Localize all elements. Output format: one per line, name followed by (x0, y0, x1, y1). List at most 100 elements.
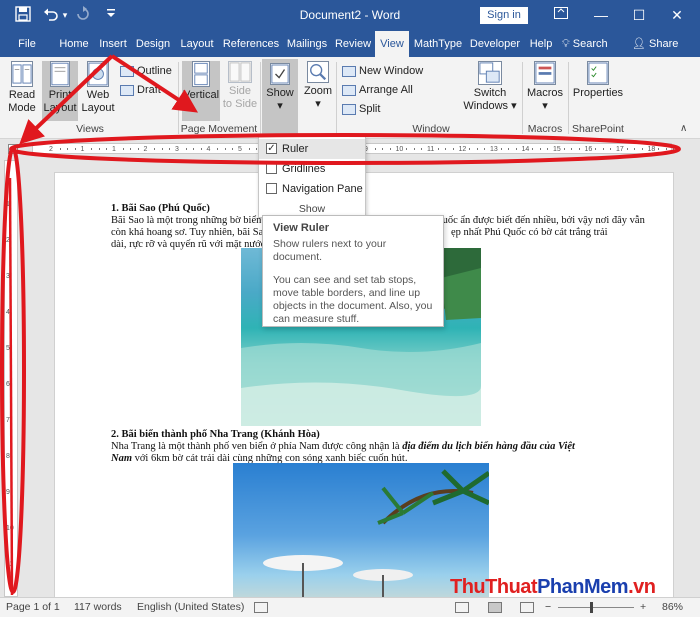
group-separator (336, 62, 337, 134)
show-button[interactable]: Show ▾ (262, 59, 298, 135)
watermark-logo: ThuThuatPhanMem.vn (450, 576, 656, 598)
collapse-ribbon-icon[interactable]: ∧ (680, 123, 687, 134)
tab-mailings[interactable]: Mailings (284, 31, 330, 57)
tab-home[interactable]: Home (54, 31, 94, 57)
gridlines-checkbox-item[interactable]: Gridlines (259, 159, 365, 179)
ruler-number: 2 (143, 146, 148, 153)
new-window-button[interactable]: New Window (342, 64, 423, 78)
checkbox-checked-icon[interactable]: ✓ (266, 143, 277, 154)
zoom-percentage[interactable]: 86% (662, 601, 683, 613)
zoom-in-button[interactable]: + (640, 601, 646, 613)
share-button[interactable]: 👤︎ Share (632, 31, 682, 57)
tab-insert[interactable]: Insert (95, 31, 131, 57)
ruler-tick (673, 148, 674, 150)
vertical-button[interactable]: Vertical (182, 61, 220, 121)
ruler-tick (610, 148, 611, 150)
ribbon-display-options-icon[interactable] (548, 4, 574, 26)
switch-windows-button[interactable]: Switch Windows ▾ (462, 61, 518, 113)
ruler-tick (484, 148, 485, 150)
web-layout-view-icon[interactable] (520, 602, 534, 613)
switch-windows-icon (478, 61, 502, 85)
ruler-number: 3 (175, 146, 179, 153)
tab-file[interactable]: File (8, 31, 46, 57)
ruler-tick (122, 148, 124, 150)
split-button[interactable]: Split (342, 102, 380, 116)
ruler-tick (91, 148, 92, 150)
tab-view[interactable]: View (375, 31, 409, 57)
customize-toolbar-icon[interactable] (102, 6, 120, 24)
vertical-ruler-number: 11 (6, 561, 14, 568)
page-count[interactable]: Page 1 of 1 (6, 601, 60, 613)
close-button[interactable]: ✕ (664, 4, 690, 26)
vertical-ruler-number: 8 (6, 453, 10, 460)
paragraph-line: Bãi Sao là một trong những bờ biển (111, 215, 262, 226)
ruler-checkbox-item[interactable]: ✓ Ruler (259, 139, 365, 159)
zoom-slider-thumb[interactable] (589, 602, 593, 613)
ruler-tick (161, 148, 163, 150)
ruler-tick (137, 148, 139, 150)
macros-button[interactable]: Macros ▾ (524, 61, 566, 113)
ruler-tick (445, 148, 446, 150)
redo-icon (74, 6, 92, 24)
read-mode-icon (11, 61, 33, 87)
dropdown-arrow-icon: ▾ (542, 100, 548, 112)
ruler-tick (169, 148, 170, 150)
tab-mathtype[interactable]: MathType (411, 31, 465, 57)
tooltip-line: Show rulers next to your document. (273, 238, 387, 263)
magnifier-icon (307, 61, 329, 83)
ruler-number: 4 (206, 146, 211, 153)
zoom-out-button[interactable]: − (545, 601, 551, 613)
arrange-all-button[interactable]: Arrange All (342, 83, 413, 97)
ruler-tick (74, 148, 76, 150)
read-mode-view-icon[interactable] (455, 602, 469, 613)
ruler-tick (641, 148, 643, 150)
sign-in-button[interactable]: Sign in (480, 7, 528, 24)
ruler-tick (515, 148, 517, 150)
tell-me-search[interactable]: 💡︎ Search (562, 31, 618, 57)
ruler-number: 17 (616, 146, 624, 153)
maximize-button[interactable]: ☐ (626, 4, 652, 26)
properties-button[interactable]: Properties (572, 61, 624, 100)
save-icon[interactable] (14, 6, 32, 24)
undo-dropdown-icon[interactable]: ▾ (60, 6, 70, 24)
word-count[interactable]: 117 words (74, 601, 122, 613)
print-layout-view-icon[interactable] (488, 602, 502, 613)
tooltip-description: You can see and set tab stops, move tabl… (273, 274, 433, 325)
properties-icon (587, 61, 609, 85)
macro-record-icon[interactable] (254, 602, 268, 613)
vertical-ruler-number: 2 (6, 237, 10, 244)
draft-button[interactable]: Draft (120, 83, 161, 97)
window-group-label: Window (412, 123, 450, 135)
tab-design[interactable]: Design (133, 31, 173, 57)
checkbox-unchecked-icon[interactable] (266, 183, 277, 194)
tab-help[interactable]: Help (526, 31, 556, 57)
read-mode-button[interactable]: Read Mode (4, 61, 40, 115)
tab-review[interactable]: Review (333, 31, 373, 57)
vertical-ruler[interactable]: 1 2 3 4 5 6 7 8 9 10 11 (4, 160, 18, 597)
tab-references[interactable]: References (222, 31, 280, 57)
ruler-tick (563, 148, 565, 150)
zoom-slider[interactable] (558, 602, 634, 613)
ruler-tick (626, 148, 628, 150)
zoom-button[interactable]: Zoom ▾ (302, 61, 334, 111)
language-indicator[interactable]: English (United States) (137, 601, 244, 613)
macros-icon (534, 61, 556, 85)
tab-selector-icon[interactable] (8, 144, 18, 154)
ruler-number: 5 (238, 146, 242, 153)
ruler-tick (232, 148, 233, 150)
undo-icon[interactable] (42, 6, 60, 24)
tab-developer[interactable]: Developer (468, 31, 522, 57)
ruler-tick (130, 148, 131, 150)
minimize-button[interactable]: — (588, 4, 614, 26)
tab-layout[interactable]: Layout (176, 31, 218, 57)
ruler-tick (374, 148, 376, 150)
ruler-tick (476, 148, 478, 150)
vertical-ruler-number: 6 (6, 381, 10, 388)
print-layout-button[interactable]: Print Layout (42, 61, 78, 121)
outline-button[interactable]: Outline (120, 64, 172, 78)
web-layout-button[interactable]: Web Layout (80, 61, 116, 115)
checkbox-unchecked-icon[interactable] (266, 163, 277, 174)
navigation-pane-checkbox-item[interactable]: Navigation Pane (259, 179, 365, 199)
vertical-ruler-number: 9 (6, 489, 10, 496)
ruler-number: 15 (553, 146, 561, 153)
